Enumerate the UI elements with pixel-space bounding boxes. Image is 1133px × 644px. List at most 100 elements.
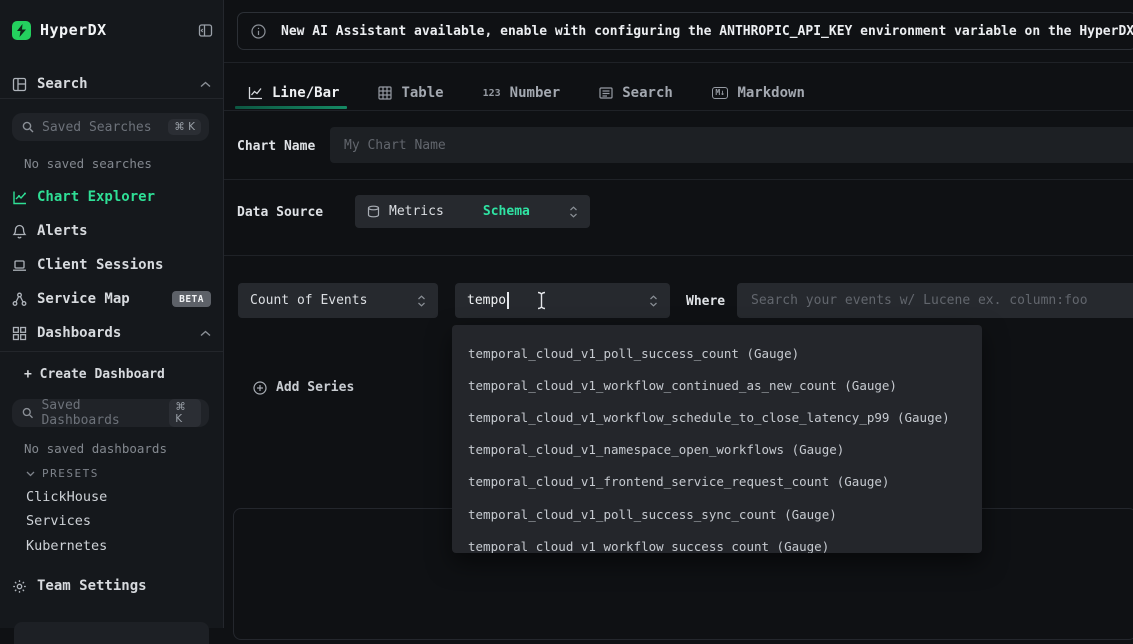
- tab-line-bar[interactable]: Line/Bar: [248, 85, 339, 101]
- sidebar-item-label: Alerts: [37, 223, 88, 239]
- tab-search[interactable]: Search: [599, 85, 673, 101]
- divider: [224, 255, 1133, 256]
- create-dashboard-label: + Create Dashboard: [24, 367, 165, 382]
- chart-name-input[interactable]: [330, 127, 1133, 163]
- line-chart-icon: [248, 86, 263, 100]
- sidebar-item-service-map[interactable]: Service Map BETA: [10, 285, 213, 313]
- sidebar-collapse-icon[interactable]: [198, 23, 213, 38]
- presets-label: PRESETS: [42, 467, 99, 480]
- sidebar-divider: [0, 98, 223, 99]
- sidebar-item-label: Service Map: [37, 291, 130, 307]
- aggregation-value: Count of Events: [250, 293, 367, 308]
- data-source-label: Data Source: [237, 205, 323, 220]
- saved-dashboards-placeholder: Saved Dashboards: [41, 398, 161, 428]
- banner-text: New AI Assistant available, enable with …: [281, 24, 1133, 39]
- app-logo-row: HyperDX: [12, 17, 213, 43]
- chevron-up-icon[interactable]: [200, 81, 211, 88]
- ai-assistant-banner: New AI Assistant available, enable with …: [237, 12, 1133, 50]
- service-map-icon: [12, 292, 27, 307]
- list-icon: [599, 86, 613, 100]
- tab-number[interactable]: 123 Number: [483, 85, 561, 101]
- metric-option[interactable]: temporal_cloud_v1_poll_success_sync_coun…: [452, 498, 982, 530]
- app-title: HyperDX: [40, 21, 107, 39]
- tab-label: Markdown: [737, 85, 804, 101]
- create-dashboard-button[interactable]: + Create Dashboard: [22, 360, 213, 388]
- tab-label: Number: [510, 85, 561, 101]
- metric-option[interactable]: temporal_cloud_v1_workflow_schedule_to_c…: [452, 401, 982, 433]
- select-chevrons-icon: [569, 206, 578, 218]
- tab-label: Line/Bar: [272, 85, 339, 101]
- sidebar-item-label: Client Sessions: [37, 257, 163, 273]
- tab-label: Search: [622, 85, 673, 101]
- table-icon: [378, 86, 392, 100]
- preset-kubernetes[interactable]: Kubernetes: [26, 536, 107, 556]
- select-chevrons-icon: [417, 295, 426, 307]
- metric-search-input[interactable]: tempo: [455, 283, 670, 318]
- gear-icon: [12, 579, 27, 594]
- divider: [224, 110, 1133, 111]
- chevron-down-icon: [26, 471, 35, 477]
- sidebar-item-label: Chart Explorer: [37, 189, 155, 205]
- aggregation-select[interactable]: Count of Events: [238, 283, 438, 318]
- tab-table[interactable]: Table: [378, 85, 443, 101]
- metric-query-text: tempo: [467, 293, 506, 308]
- ibeam-cursor-icon: [536, 291, 547, 310]
- chart-explorer-icon: [12, 190, 27, 205]
- search-icon: [22, 407, 33, 419]
- tab-markdown[interactable]: M↓ Markdown: [712, 85, 805, 101]
- where-input[interactable]: [737, 283, 1133, 318]
- sidebar-item-chart-explorer[interactable]: Chart Explorer: [10, 183, 213, 211]
- preset-clickhouse[interactable]: ClickHouse: [26, 487, 107, 507]
- metric-option[interactable]: temporal_cloud_v1_workflow_success_count…: [452, 530, 982, 553]
- add-series-button[interactable]: Add Series: [253, 380, 354, 395]
- schema-link[interactable]: Schema: [483, 204, 530, 219]
- chart-type-tabs: Line/Bar Table 123 Number Search M↓ Mark…: [248, 78, 805, 108]
- metric-option[interactable]: temporal_cloud_v1_poll_success_count (Ga…: [452, 337, 982, 369]
- hyperdx-logo-icon: [12, 21, 31, 40]
- chart-name-label: Chart Name: [237, 139, 315, 154]
- sidebar-divider: [0, 351, 223, 352]
- sidebar: HyperDX Search Saved Searches ⌘ K No sav…: [0, 0, 224, 628]
- laptop-icon: [12, 258, 27, 273]
- chevron-up-icon[interactable]: [200, 330, 211, 337]
- info-icon: [251, 24, 266, 39]
- search-section-icon: [12, 77, 27, 92]
- dashboards-icon: [12, 326, 27, 341]
- divider: [224, 179, 1133, 180]
- main-content: New AI Assistant available, enable with …: [224, 0, 1133, 628]
- markdown-icon: M↓: [712, 87, 729, 99]
- bell-icon: [12, 224, 27, 239]
- saved-searches-placeholder: Saved Searches: [42, 120, 152, 135]
- metric-option[interactable]: temporal_cloud_v1_namespace_open_workflo…: [452, 434, 982, 466]
- database-icon: [367, 205, 380, 218]
- sidebar-item-dashboards[interactable]: Dashboards: [10, 319, 213, 347]
- cmd-k-shortcut: ⌘ K: [169, 399, 201, 427]
- sidebar-item-search[interactable]: Search: [10, 70, 213, 98]
- saved-dashboards-input[interactable]: Saved Dashboards ⌘ K: [12, 399, 209, 427]
- data-source-select[interactable]: Metrics Schema: [355, 195, 590, 228]
- metric-suggestions-dropdown: temporal_cloud_v1_poll_success_count (Ga…: [452, 325, 982, 553]
- select-chevrons-icon: [649, 295, 658, 307]
- sidebar-item-label: Team Settings: [37, 578, 147, 594]
- number-123-icon: 123: [483, 88, 501, 99]
- metric-option[interactable]: temporal_cloud_v1_workflow_continued_as_…: [452, 369, 982, 401]
- active-tab-underline: [235, 106, 347, 109]
- preset-services[interactable]: Services: [26, 511, 91, 531]
- sidebar-item-label: Search: [37, 76, 88, 92]
- beta-badge: BETA: [172, 291, 211, 307]
- no-saved-searches-text: No saved searches: [24, 156, 152, 171]
- sidebar-bottom-panel: [14, 622, 209, 644]
- sidebar-item-alerts[interactable]: Alerts: [10, 217, 213, 245]
- search-icon: [22, 121, 34, 133]
- presets-header[interactable]: PRESETS: [26, 467, 99, 480]
- data-source-value: Metrics: [389, 204, 444, 219]
- cmd-k-shortcut: ⌘ K: [168, 119, 201, 135]
- sidebar-item-client-sessions[interactable]: Client Sessions: [10, 251, 213, 279]
- metric-option[interactable]: temporal_cloud_v1_frontend_service_reque…: [452, 466, 982, 498]
- sidebar-item-label: Dashboards: [37, 325, 121, 341]
- plus-circle-icon: [253, 381, 267, 395]
- saved-searches-input[interactable]: Saved Searches ⌘ K: [12, 113, 209, 141]
- tab-label: Table: [401, 85, 443, 101]
- where-label: Where: [686, 294, 725, 309]
- sidebar-item-team-settings[interactable]: Team Settings: [10, 572, 213, 600]
